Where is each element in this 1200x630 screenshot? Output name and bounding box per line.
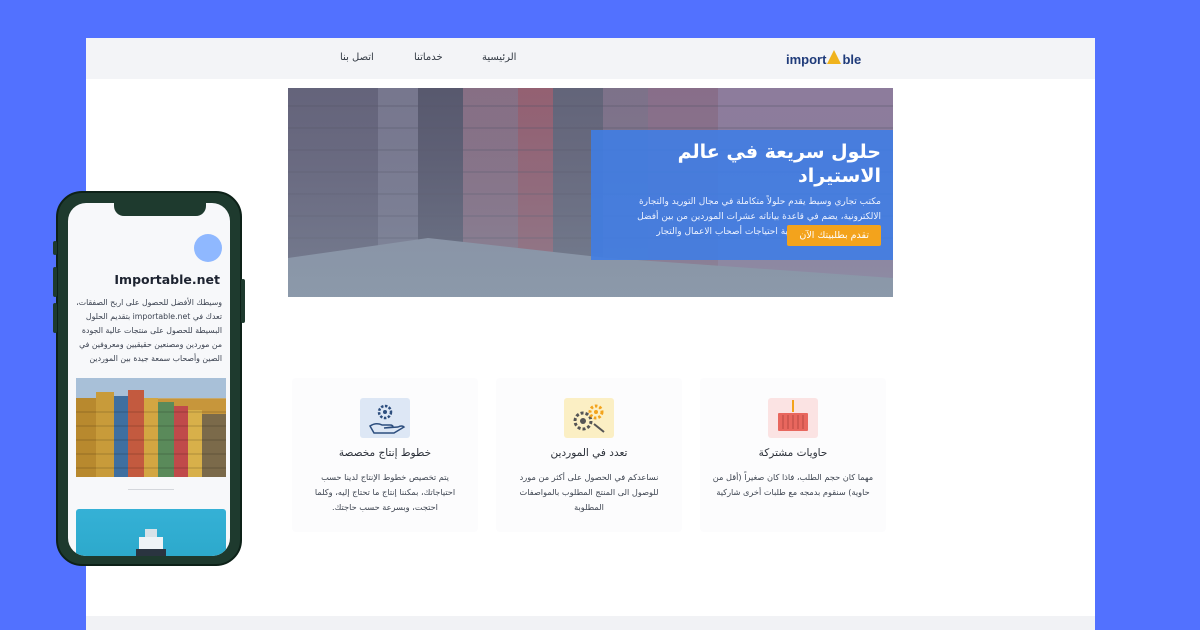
phone-screen: Importable.net وسيطك الأفضل للحصول على ا… (68, 203, 230, 556)
phone-side-button (53, 241, 57, 255)
feature-card-shared-containers: حاويات مشتركة مهما كان حجم الطلب، فاذا ك… (700, 378, 886, 532)
phone-title: Importable.net (114, 272, 220, 287)
logo[interactable]: import ble (786, 49, 861, 69)
hero-title: حلول سريعة في عالم الاستيراد (677, 141, 881, 187)
phone-power-button (241, 279, 245, 323)
hero-banner: حلول سريعة في عالم الاستيراد مكتب تجاري … (288, 88, 893, 297)
phone-volume-down-button (53, 303, 57, 333)
containers-image (76, 378, 226, 477)
feature-description: يتم تخصيص خطوط الإنتاج لدينا حسب احتياجا… (314, 472, 456, 512)
gears-icon (564, 398, 614, 438)
ship-image (76, 509, 226, 556)
logo-text-left: import (786, 51, 827, 67)
phone-mockup: Importable.net وسيطك الأفضل للحصول على ا… (53, 191, 245, 566)
feature-title: تعدد في الموردين (550, 447, 628, 459)
nav-link-services[interactable]: خدماتنا (414, 52, 443, 63)
nav-link-contact[interactable]: اتصل بنا (340, 52, 374, 63)
feature-title: خطوط إنتاج مخصصة (338, 447, 432, 459)
divider (128, 489, 174, 490)
feature-description: مهما كان حجم الطلب، فاذا كان صغيراً (أقل… (712, 472, 874, 497)
hero-card: حلول سريعة في عالم الاستيراد مكتب تجاري … (591, 130, 893, 260)
phone-notch (114, 203, 206, 216)
footer-strip (86, 616, 1095, 630)
feature-card-multiple-suppliers: تعدد في الموردين نساعدكم في الحصول على أ… (496, 378, 682, 532)
nav-link-home[interactable]: الرئيسية (482, 52, 516, 63)
logo-text-right: ble (842, 51, 862, 67)
phone-volume-up-button (53, 267, 57, 297)
feature-title: حاويات مشتركة (758, 447, 828, 459)
avatar[interactable] (194, 234, 222, 262)
hand-gear-icon (360, 398, 410, 438)
phone-description: وسيطك الأفضل للحصول على اربح الصفقات، تع… (76, 298, 222, 363)
top-nav: import ble الرئيسية خدماتنا اتصل بنا (86, 38, 1095, 79)
container-icon (768, 398, 818, 438)
feature-description: نساعدكم في الحصول على أكثر من مورد للوصو… (519, 472, 659, 512)
logo-mark-icon (827, 50, 842, 64)
order-now-button[interactable]: تقدم بطلبيتك الآن (787, 225, 881, 246)
feature-card-custom-production: خطوط إنتاج مخصصة يتم تخصيص خطوط الإنتاج … (292, 378, 478, 532)
